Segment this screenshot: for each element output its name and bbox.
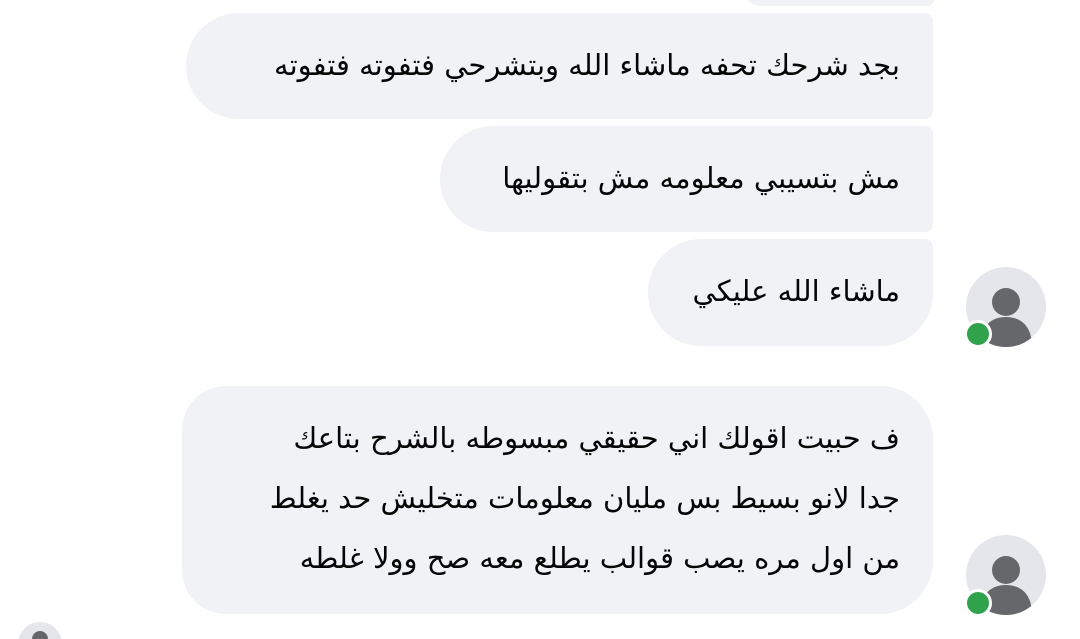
message-text: مش بتسيبي معلومه مش بتقوليها xyxy=(502,161,900,195)
online-status-dot xyxy=(964,320,992,348)
chat-thread: بجد شرحك تحفه ماشاء الله وبتشرحي فتفوته … xyxy=(0,0,1080,639)
message-text: ماشاء الله عليكي xyxy=(692,274,900,308)
message-bubble[interactable]: ف حبيت اقولك اني حقيقي مبسوطه بالشرح بتا… xyxy=(182,386,933,614)
message-bubble-partial[interactable] xyxy=(740,0,935,6)
participant-avatar-partial[interactable] xyxy=(18,622,62,639)
message-text: بجد شرحك تحفه ماشاء الله وبتشرحي فتفوته … xyxy=(274,48,900,82)
default-user-avatar-icon xyxy=(32,631,48,639)
message-bubble[interactable]: ماشاء الله عليكي xyxy=(648,239,933,346)
online-status-dot xyxy=(964,589,992,617)
message-text-line: من اول مره يصب قوالب يطلع معه صح وولا غل… xyxy=(299,541,900,575)
message-text-line: جدا لانو بسيط بس مليان معلومات متخليش حد… xyxy=(269,481,900,515)
message-bubble[interactable]: بجد شرحك تحفه ماشاء الله وبتشرحي فتفوته … xyxy=(186,13,933,119)
message-bubble[interactable]: مش بتسيبي معلومه مش بتقوليها xyxy=(440,126,933,232)
message-text-line: ف حبيت اقولك اني حقيقي مبسوطه بالشرح بتا… xyxy=(293,421,900,455)
